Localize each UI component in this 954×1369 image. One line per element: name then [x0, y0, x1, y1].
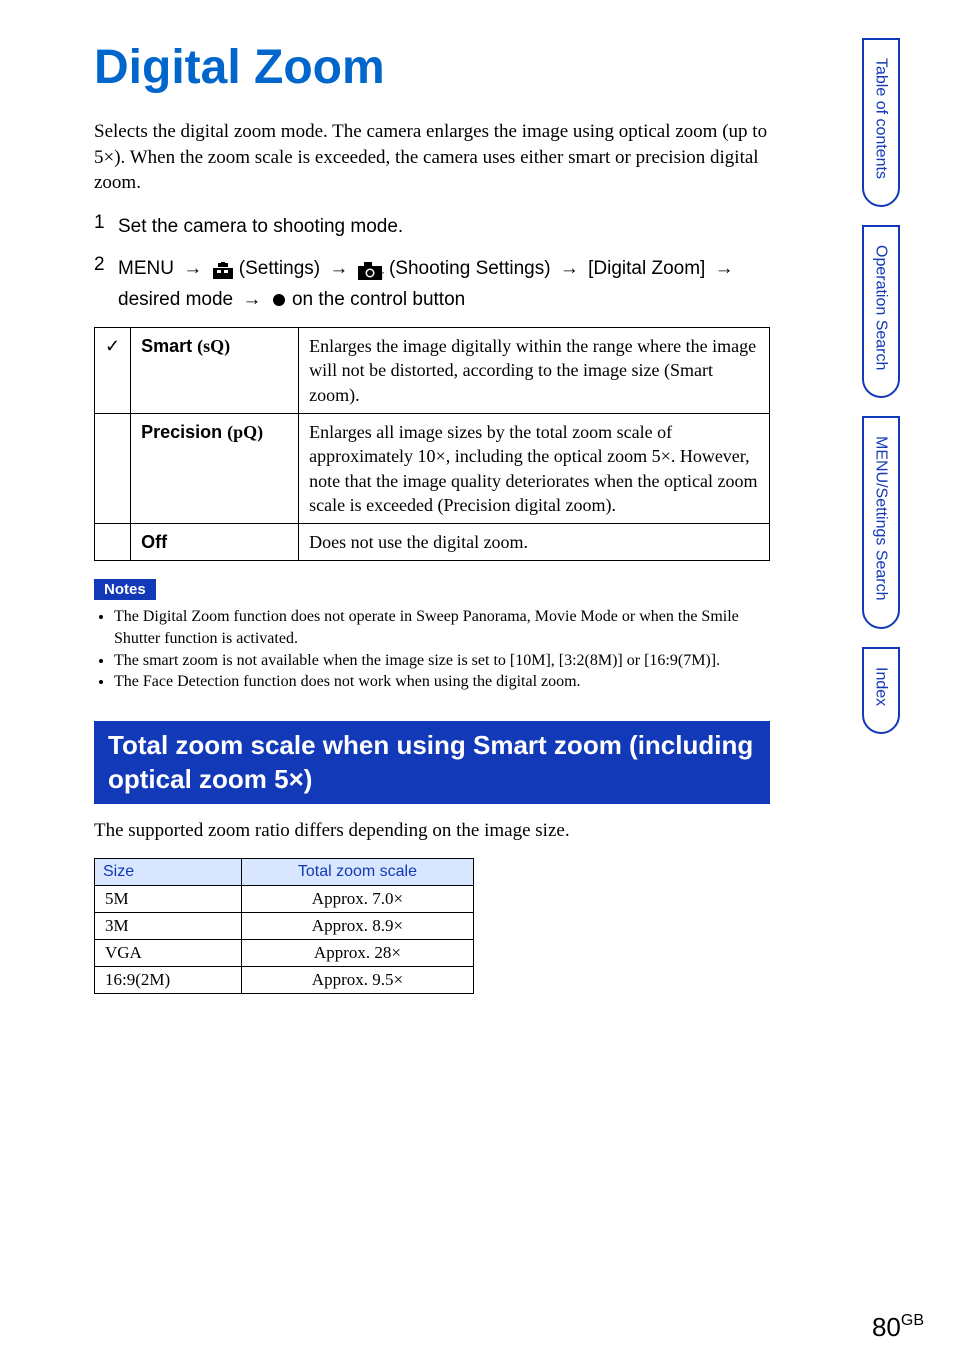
option-description: Enlarges the image digitally within the …	[299, 328, 770, 414]
svg-text:T: T	[379, 271, 384, 280]
step-1: 1 Set the camera to shooting mode.	[94, 212, 770, 242]
option-name: Smart	[141, 336, 192, 356]
section-intro: The supported zoom ratio differs dependi…	[94, 820, 770, 842]
page-title: Digital Zoom	[94, 40, 770, 95]
table-row: 5MApprox. 7.0×	[95, 886, 474, 913]
side-navigation: Table of contents Operation Search MENU/…	[862, 38, 934, 752]
table-row: Off Does not use the digital zoom.	[95, 524, 770, 561]
step-number: 2	[94, 254, 118, 315]
option-description: Enlarges all image sizes by the total zo…	[299, 413, 770, 523]
steps-list: 1 Set the camera to shooting mode. 2 MEN…	[94, 212, 770, 315]
option-description: Does not use the digital zoom.	[299, 524, 770, 561]
table-header-row: Size Total zoom scale	[95, 859, 474, 886]
tab-menu-settings-search[interactable]: MENU/Settings Search	[862, 416, 900, 629]
tab-index[interactable]: Index	[862, 647, 900, 734]
center-button-icon	[273, 294, 285, 306]
step-2-shooting: (Shooting Settings)	[389, 258, 551, 279]
camera-icon: T	[358, 260, 384, 278]
page-suffix: GB	[901, 1312, 924, 1329]
arrow-right-icon: →	[183, 258, 202, 279]
arrow-right-icon: →	[242, 289, 261, 310]
tab-table-of-contents[interactable]: Table of contents	[862, 38, 900, 207]
scale-cell: Approx. 28×	[241, 940, 473, 967]
page-number-value: 80	[872, 1312, 901, 1342]
tab-operation-search[interactable]: Operation Search	[862, 225, 900, 398]
step-1-text: Set the camera to shooting mode.	[118, 212, 770, 242]
option-icon: (pQ)	[227, 422, 263, 442]
intro-paragraph: Selects the digital zoom mode. The camer…	[94, 119, 770, 196]
note-item: The smart zoom is not available when the…	[114, 650, 770, 672]
option-name: Off	[141, 532, 167, 552]
step-2-menu: MENU	[118, 258, 174, 279]
options-table: ✓ Smart (sQ) Enlarges the image digitall…	[94, 327, 770, 561]
page-content: Digital Zoom Selects the digital zoom mo…	[0, 0, 830, 1014]
step-2-digitalzoom: [Digital Zoom]	[588, 258, 705, 279]
size-cell: 5M	[95, 886, 242, 913]
note-item: The Face Detection function does not wor…	[114, 671, 770, 693]
checkmark-icon: ✓	[105, 336, 120, 356]
table-row: Precision (pQ) Enlarges all image sizes …	[95, 413, 770, 523]
size-header: Size	[95, 859, 242, 886]
size-cell: VGA	[95, 940, 242, 967]
arrow-right-icon: →	[715, 258, 734, 279]
step-2: 2 MENU → (Settings) → T (Shooting Settin…	[94, 254, 770, 315]
option-name-cell: Precision (pQ)	[131, 413, 299, 523]
scale-cell: Approx. 8.9×	[241, 913, 473, 940]
intro-text: Selects the digital zoom mode. The camer…	[94, 119, 770, 196]
option-icon: (sQ)	[197, 336, 230, 356]
notes-list: The Digital Zoom function does not opera…	[94, 606, 770, 692]
step-2-settings: (Settings)	[239, 258, 320, 279]
scale-cell: Approx. 9.5×	[241, 967, 473, 994]
size-cell: 3M	[95, 913, 242, 940]
section-heading: Total zoom scale when using Smart zoom (…	[94, 721, 770, 805]
zoom-scale-table: Size Total zoom scale 5MApprox. 7.0× 3MA…	[94, 858, 474, 994]
table-row: 16:9(2M)Approx. 9.5×	[95, 967, 474, 994]
check-cell	[95, 524, 131, 561]
scale-header: Total zoom scale	[241, 859, 473, 886]
size-cell: 16:9(2M)	[95, 967, 242, 994]
table-row: 3MApprox. 8.9×	[95, 913, 474, 940]
table-row: VGAApprox. 28×	[95, 940, 474, 967]
step-2-desired: desired mode	[118, 289, 233, 310]
check-cell	[95, 413, 131, 523]
settings-icon	[212, 260, 234, 278]
option-name-cell: Smart (sQ)	[131, 328, 299, 414]
option-name-cell: Off	[131, 524, 299, 561]
note-item: The Digital Zoom function does not opera…	[114, 606, 770, 649]
check-cell: ✓	[95, 328, 131, 414]
step-2-control: on the control button	[292, 289, 465, 310]
arrow-right-icon: →	[329, 258, 348, 279]
option-name: Precision	[141, 422, 222, 442]
arrow-right-icon: →	[560, 258, 579, 279]
table-row: ✓ Smart (sQ) Enlarges the image digitall…	[95, 328, 770, 414]
step-2-text: MENU → (Settings) → T (Shooting Settings…	[118, 254, 770, 315]
notes-label: Notes	[94, 579, 156, 600]
page-number: 80GB	[872, 1312, 924, 1343]
scale-cell: Approx. 7.0×	[241, 886, 473, 913]
step-number: 1	[94, 212, 118, 242]
